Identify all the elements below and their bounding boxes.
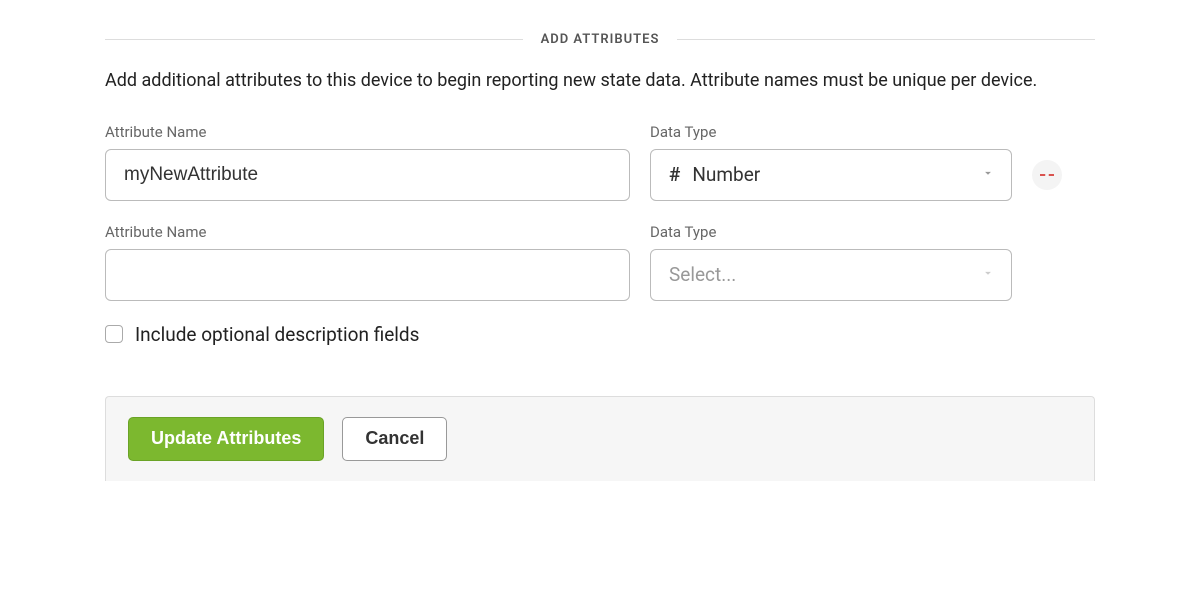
type-symbol-hash: # — [669, 163, 680, 186]
data-type-placeholder: Select... — [669, 263, 736, 286]
update-attributes-button[interactable]: Update Attributes — [128, 417, 324, 461]
section-title: ADD ATTRIBUTES — [523, 32, 678, 47]
data-type-label: Data Type — [650, 123, 1012, 141]
section-header: ADD ATTRIBUTES — [105, 32, 1095, 47]
action-bar: Update Attributes Cancel — [105, 396, 1095, 481]
data-type-field: Data Type # Number — [650, 123, 1012, 201]
data-type-select[interactable]: # Number — [650, 149, 1012, 201]
data-type-value: Number — [692, 163, 760, 186]
divider-right — [677, 39, 1095, 40]
chevron-down-icon — [981, 165, 995, 184]
minus-icon — [1040, 174, 1054, 176]
attribute-row: Attribute Name Data Type Select... — [105, 223, 1095, 301]
chevron-down-icon — [981, 265, 995, 284]
include-description-option[interactable]: Include optional description fields — [105, 323, 1095, 346]
data-type-select[interactable]: Select... — [650, 249, 1012, 301]
attribute-name-field: Attribute Name — [105, 223, 630, 301]
divider-left — [105, 39, 523, 40]
attribute-name-input[interactable] — [105, 149, 630, 201]
attribute-name-input[interactable] — [105, 249, 630, 301]
data-type-field: Data Type Select... — [650, 223, 1012, 301]
attribute-name-label: Attribute Name — [105, 223, 630, 241]
attribute-name-label: Attribute Name — [105, 123, 630, 141]
attribute-name-field: Attribute Name — [105, 123, 630, 201]
include-description-label: Include optional description fields — [135, 323, 419, 346]
data-type-label: Data Type — [650, 223, 1012, 241]
remove-attribute-button[interactable] — [1032, 160, 1062, 190]
attribute-row: Attribute Name Data Type # Number — [105, 123, 1095, 201]
cancel-button[interactable]: Cancel — [342, 417, 447, 461]
include-description-checkbox[interactable] — [105, 325, 123, 343]
section-description: Add additional attributes to this device… — [105, 67, 1095, 95]
